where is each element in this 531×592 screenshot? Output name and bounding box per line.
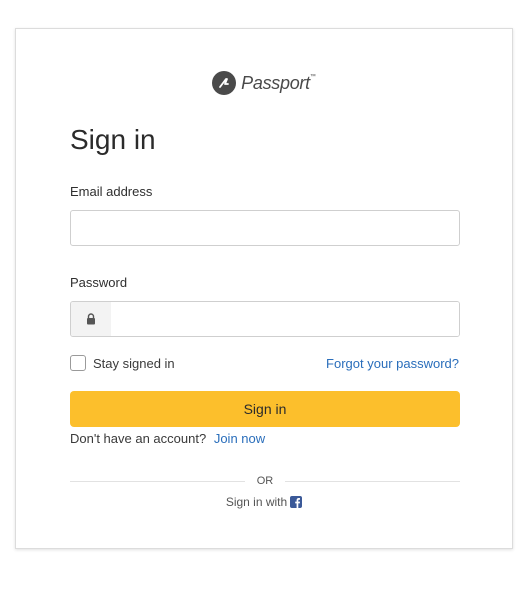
password-field-wrapper — [70, 301, 460, 337]
join-prompt: Don't have an account? — [70, 431, 207, 446]
brand-name: Passport — [241, 72, 310, 93]
stay-signed-in-label: Stay signed in — [93, 355, 175, 371]
join-row: Don't have an account? Join now — [70, 431, 265, 446]
passport-logo: Passport ™ — [16, 70, 512, 96]
passport-logo-icon — [212, 71, 237, 95]
email-field[interactable] — [70, 210, 460, 246]
email-label: Email address — [70, 184, 153, 199]
facebook-icon[interactable] — [290, 496, 303, 508]
or-divider: OR — [70, 473, 460, 489]
lock-icon — [71, 302, 111, 336]
stay-signed-in[interactable]: Stay signed in — [70, 355, 175, 371]
join-now-link[interactable]: Join now — [214, 431, 265, 446]
page-title: Sign in — [70, 124, 156, 155]
social-signin: Sign in with — [16, 495, 512, 509]
signin-card: Passport ™ Sign in Email address Passwor… — [15, 28, 513, 549]
forgot-password-link[interactable]: Forgot your password? — [326, 356, 459, 371]
divider-line-right — [285, 480, 460, 482]
stay-signed-in-checkbox[interactable] — [70, 355, 86, 371]
trademark-mark: ™ — [309, 74, 316, 80]
password-field[interactable] — [111, 302, 459, 336]
password-label: Password — [70, 275, 128, 290]
social-signin-label: Sign in with — [225, 495, 288, 509]
sign-in-button[interactable]: Sign in — [70, 391, 460, 427]
divider-line-left — [70, 480, 245, 482]
divider-text: OR — [256, 475, 274, 487]
